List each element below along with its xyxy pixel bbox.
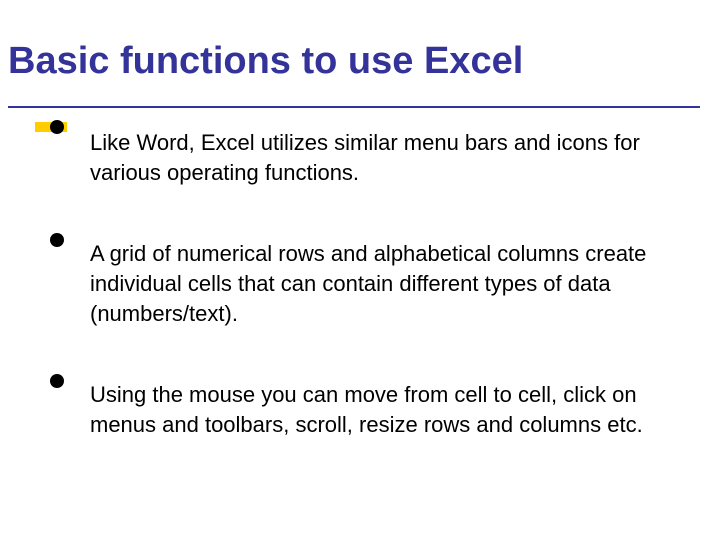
bullet-text: A grid of numerical rows and alphabetica… (90, 239, 670, 328)
bullet-icon (50, 374, 64, 388)
bullet-icon (50, 233, 64, 247)
bullet-text: Like Word, Excel utilizes similar menu b… (90, 128, 670, 187)
list-item: A grid of numerical rows and alphabetica… (50, 229, 670, 328)
slide-content: Like Word, Excel utilizes similar menu b… (50, 116, 670, 474)
bullet-text: Using the mouse you can move from cell t… (90, 380, 670, 439)
bullet-icon (50, 120, 64, 134)
slide-title: Basic functions to use Excel (8, 40, 523, 83)
list-item: Using the mouse you can move from cell t… (50, 370, 670, 439)
list-item: Like Word, Excel utilizes similar menu b… (50, 116, 670, 187)
title-underline (8, 106, 700, 108)
